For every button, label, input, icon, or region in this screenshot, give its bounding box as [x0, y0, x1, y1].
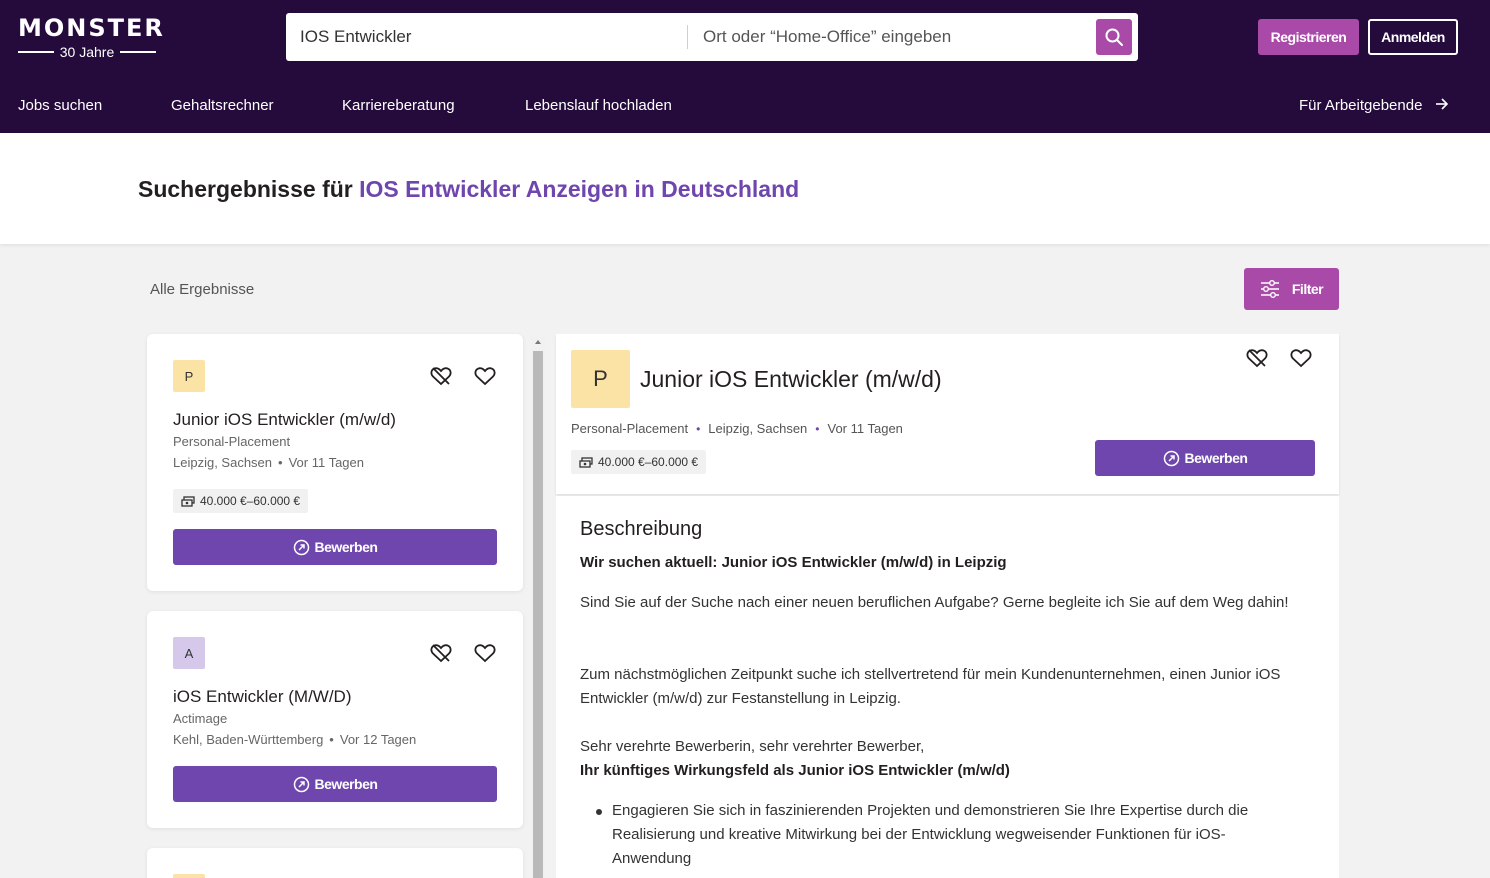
company-logo [173, 874, 205, 878]
detail-meta: Personal-Placement • Leipzig, Sachsen • Vor … [571, 421, 903, 436]
job-card[interactable] [147, 848, 523, 878]
description-section-heading: Ihr künftiges Wirkungsfeld als Junior iO… [580, 762, 1010, 779]
job-description: Beschreibung Wir suchen aktuell: Junior … [556, 496, 1339, 878]
top-header: MONSTER 30 Jahre IOS Entwickler Ort oder… [0, 0, 1490, 133]
detail-apply-button[interactable]: Bewerben [1095, 440, 1315, 476]
search-button[interactable] [1096, 19, 1132, 55]
description-para-2: Zum nächstmöglichen Zeitpunkt suche ich … [580, 666, 1281, 707]
separator-dot: • [329, 732, 334, 747]
detail-save-button[interactable] [1289, 346, 1313, 370]
hide-job-button[interactable] [429, 641, 453, 665]
separator-dot: • [278, 455, 283, 470]
register-button[interactable]: Registrieren [1258, 19, 1359, 55]
page-title: Suchergebnisse für IOS Entwickler Anzeig… [138, 176, 799, 203]
login-button[interactable]: Anmelden [1368, 19, 1458, 55]
external-link-circle-icon [1163, 450, 1179, 466]
job-location: Kehl, Baden-Württemberg [173, 732, 324, 747]
company-logo: P [173, 360, 205, 392]
heart-icon [1290, 349, 1312, 368]
detail-salary-badge: 40.000 €–60.000 € [571, 450, 707, 474]
results-scrollbar[interactable] [531, 335, 545, 878]
heart-crossed-icon [1246, 349, 1268, 368]
job-card[interactable]: P Junior iOS Entwickler (m/w/d) Personal… [147, 334, 523, 591]
logo-anniversary: 30 Jahre [18, 44, 157, 60]
filter-label: Filter [1291, 281, 1324, 297]
apply-label: Bewerben [314, 776, 378, 792]
salary-badge: 40.000 €–60.000 € [173, 489, 309, 513]
description-bullet: Engagieren Sie sich in faszinierenden Pr… [612, 802, 1249, 867]
heart-icon [474, 367, 496, 386]
description-intro: Wir suchen aktuell: Junior iOS Entwickle… [580, 554, 1007, 571]
detail-location: Leipzig, Sachsen [708, 421, 808, 436]
job-meta: Leipzig, Sachsen • Vor 11 Tagen [173, 455, 364, 470]
heart-crossed-icon [430, 367, 452, 386]
detail-company-logo: P [571, 350, 630, 408]
title-prefix: Suchergebnisse für [138, 176, 353, 202]
bullet-dot [596, 809, 602, 815]
external-link-circle-icon [293, 776, 309, 792]
heart-icon [474, 644, 496, 663]
heart-crossed-icon [430, 644, 452, 663]
nav-upload-cv[interactable]: Lebenslauf hochladen [525, 96, 672, 116]
money-icon [579, 456, 593, 468]
arrow-right-icon [1435, 98, 1448, 110]
logo-wordmark: MONSTER [18, 14, 165, 42]
nav-jobs-search[interactable]: Jobs suchen [18, 96, 102, 116]
job-title[interactable]: Junior iOS Entwickler (m/w/d) [173, 410, 396, 430]
detail-age: Vor 11 Tagen [827, 421, 903, 436]
job-company: Actimage [173, 711, 228, 726]
separator-dot: • [696, 422, 701, 436]
caret-up-icon [535, 340, 541, 344]
money-icon [181, 495, 195, 507]
logo-line-right [120, 51, 157, 53]
detail-salary-text: 40.000 €–60.000 € [598, 455, 699, 469]
search-bar: IOS Entwickler Ort oder “Home-Office” ei… [286, 13, 1138, 61]
filter-button[interactable]: Filter [1244, 268, 1339, 310]
detail-company: Personal-Placement [571, 421, 689, 436]
location-input[interactable]: Ort oder “Home-Office” eingeben [703, 13, 1083, 61]
all-results-label: Alle Ergebnisse [150, 281, 255, 298]
search-divider [687, 25, 688, 49]
employers-label: Für Arbeitgebende [1299, 97, 1423, 114]
detail-hide-button[interactable] [1245, 346, 1269, 370]
salary-text: 40.000 €–60.000 € [200, 494, 301, 508]
logo-line-left [18, 51, 54, 53]
detail-job-title: Junior iOS Entwickler (m/w/d) [640, 366, 942, 392]
results-header: Suchergebnisse für IOS Entwickler Anzeig… [0, 133, 1490, 244]
description-para-1: Sind Sie auf der Suche nach einer neuen … [580, 594, 1289, 611]
job-company: Personal-Placement [173, 434, 291, 449]
apply-label: Bewerben [314, 539, 378, 555]
job-card[interactable]: A iOS Entwickler (M/W/D) Actimage Kehl, … [147, 611, 523, 828]
hide-job-button[interactable] [429, 364, 453, 388]
external-link-circle-icon [293, 539, 309, 555]
apply-button[interactable]: Bewerben [173, 529, 497, 565]
job-meta: Kehl, Baden-Württemberg • Vor 12 Tagen [173, 732, 416, 747]
title-highlight: IOS Entwickler Anzeigen in Deutschland [359, 176, 800, 202]
nav-employers[interactable]: Für Arbeitgebende [1299, 96, 1449, 116]
sliders-icon [1260, 280, 1279, 298]
save-job-button[interactable] [473, 641, 497, 665]
job-detail-header: P Junior iOS Entwickler (m/w/d) Personal… [556, 334, 1339, 494]
logo-subtitle: 30 Jahre [59, 44, 115, 60]
company-logo: A [173, 637, 205, 669]
apply-button[interactable]: Bewerben [173, 766, 497, 802]
job-age: Vor 12 Tagen [339, 732, 417, 747]
job-location: Leipzig, Sachsen [173, 455, 273, 470]
scroll-up-arrow[interactable] [531, 335, 545, 349]
search-icon [1105, 28, 1123, 46]
scroll-thumb[interactable] [533, 351, 543, 878]
job-title[interactable]: iOS Entwickler (M/W/D) [173, 687, 352, 707]
description-greeting: Sehr verehrte Bewerberin, sehr verehrter… [580, 738, 925, 755]
nav-salary-calculator[interactable]: Gehaltsrechner [171, 96, 274, 116]
detail-apply-label: Bewerben [1184, 450, 1248, 466]
monster-logo[interactable]: MONSTER 30 Jahre [18, 14, 165, 60]
nav-career-advice[interactable]: Karriereberatung [342, 96, 455, 116]
job-age: Vor 11 Tagen [288, 455, 364, 470]
save-job-button[interactable] [473, 364, 497, 388]
search-input[interactable]: IOS Entwickler [300, 13, 680, 61]
separator-dot: • [815, 422, 820, 436]
description-heading: Beschreibung [580, 518, 703, 540]
